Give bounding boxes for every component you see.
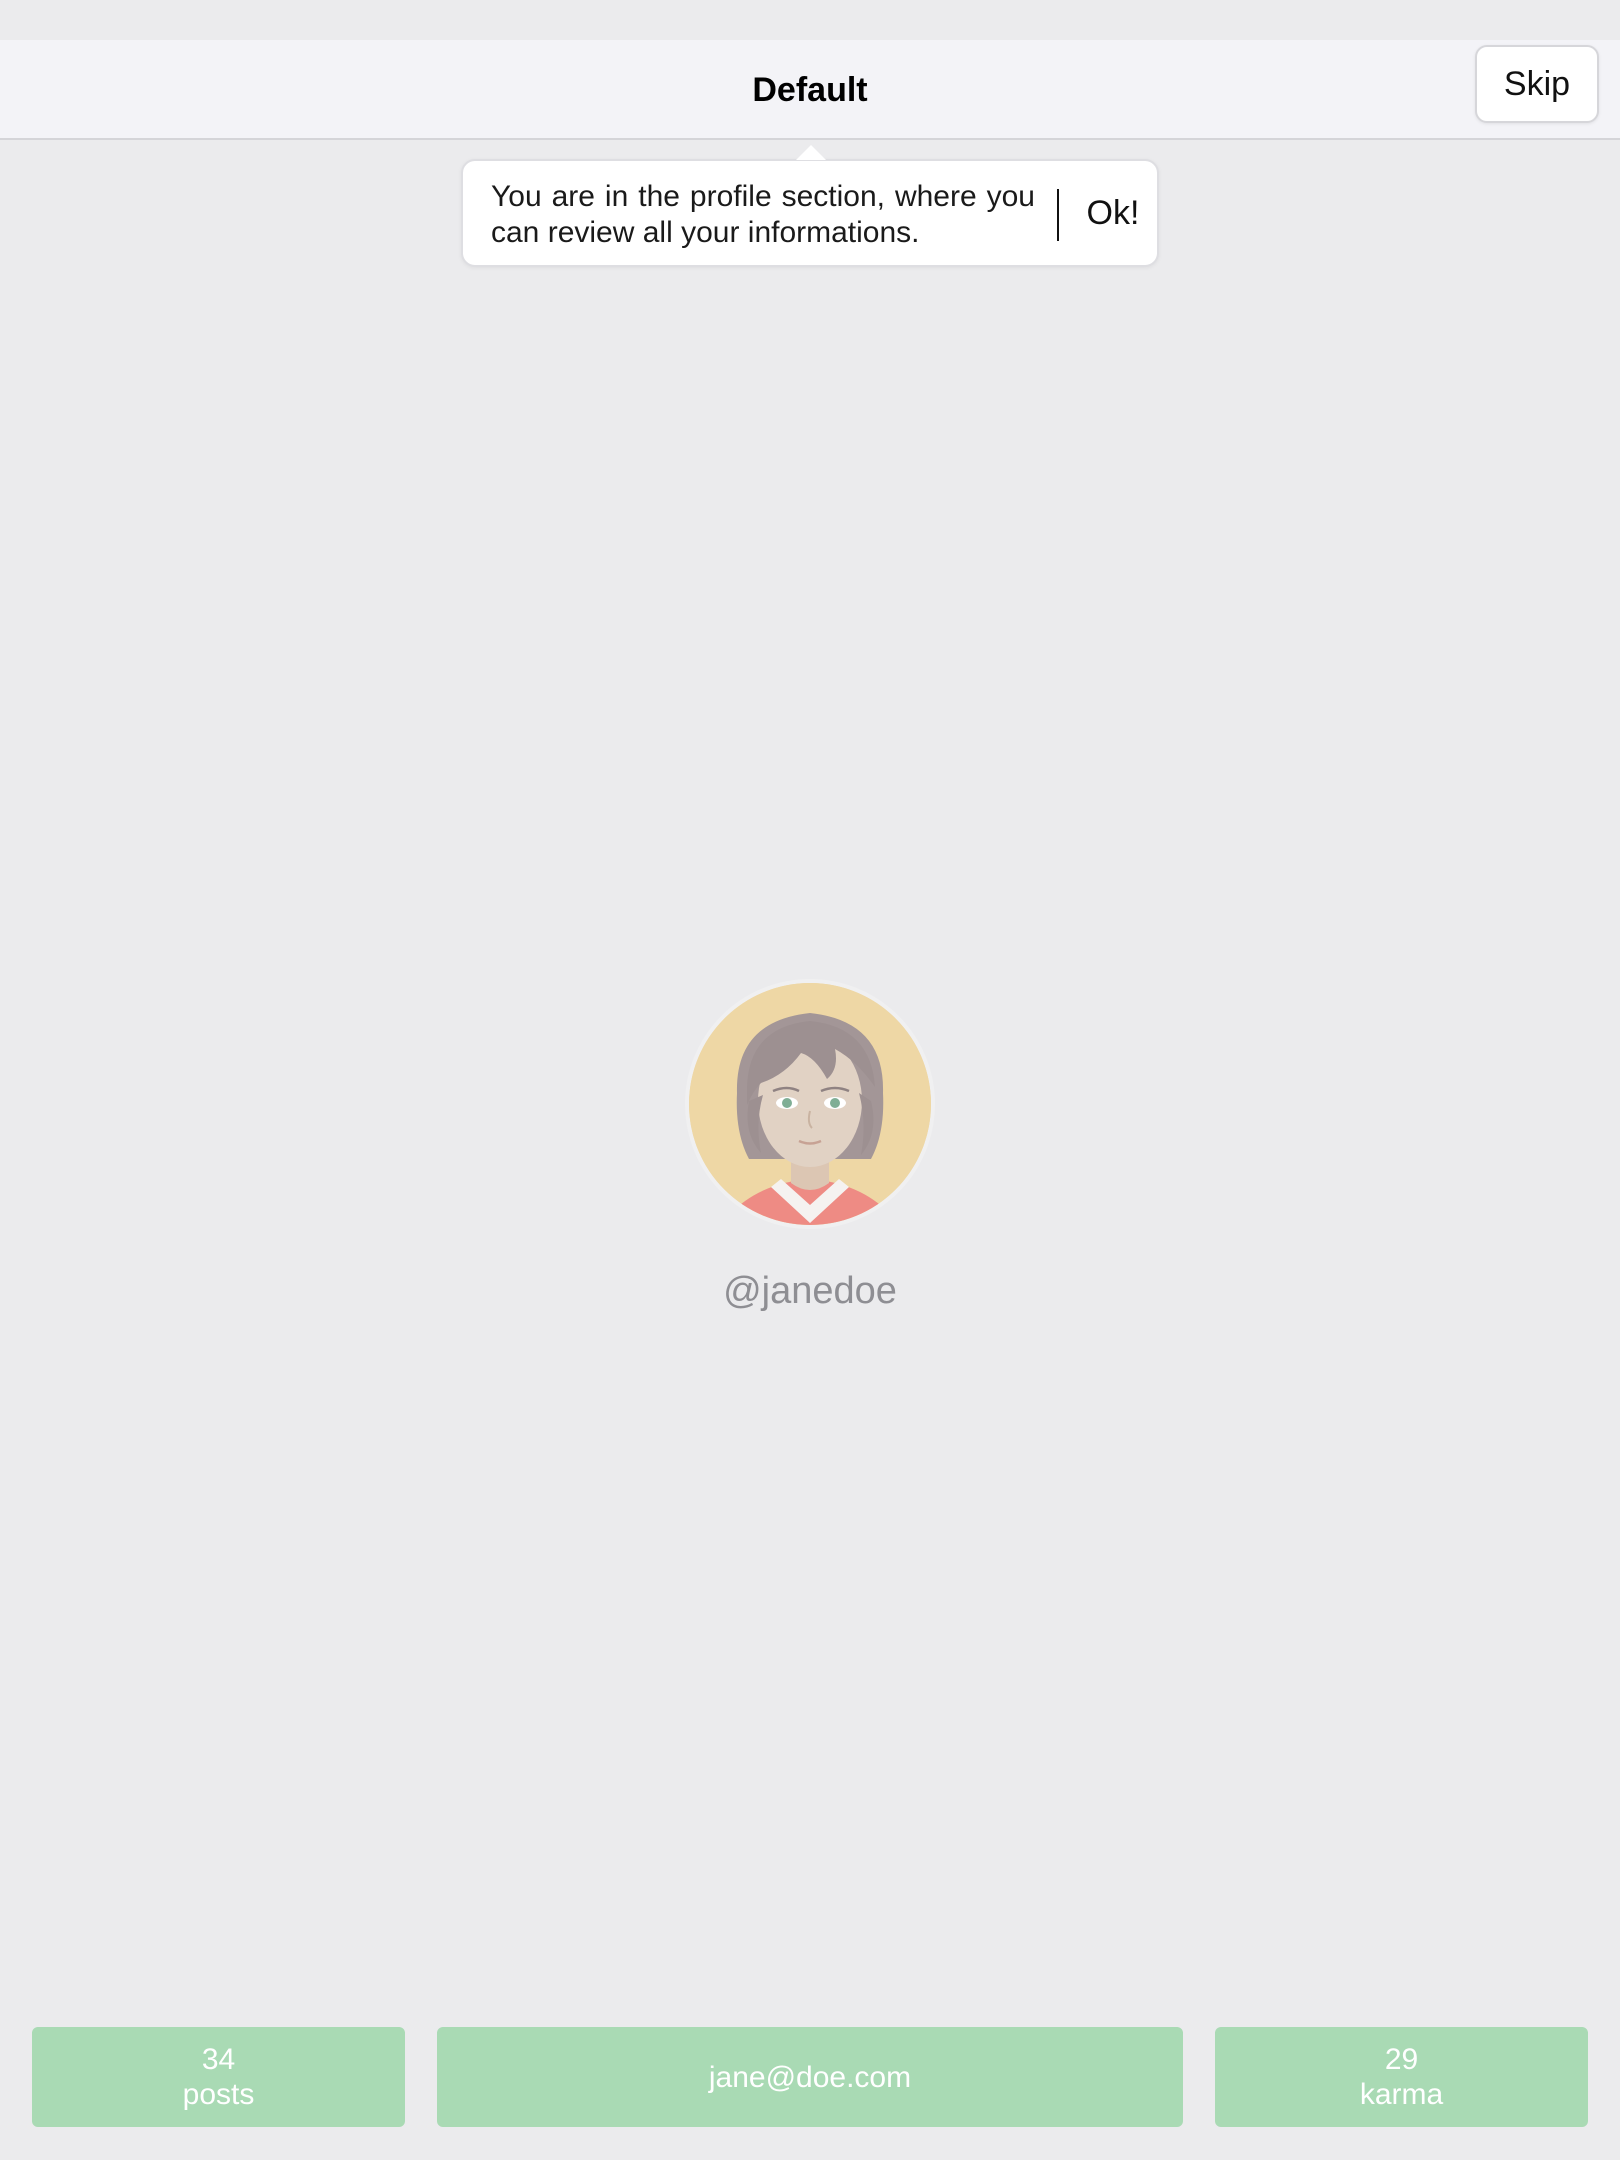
onboarding-tooltip: You are in the profile section, where yo… <box>461 159 1159 267</box>
navigation-bar: Default Skip <box>0 40 1620 140</box>
tooltip-arrow <box>796 145 826 160</box>
posts-label: posts <box>182 2078 255 2111</box>
tooltip-divider <box>1057 189 1059 241</box>
skip-button[interactable]: Skip <box>1475 45 1599 123</box>
avatar[interactable] <box>685 979 935 1229</box>
karma-label: karma <box>1359 2078 1444 2111</box>
female-avatar-icon <box>689 983 931 1225</box>
karma-stat[interactable]: 29 karma <box>1215 2027 1588 2127</box>
page-title: Default <box>752 71 868 109</box>
tooltip-ok-button[interactable]: Ok! <box>1073 161 1153 265</box>
tooltip-message: You are in the profile section, where yo… <box>491 180 1035 249</box>
email-value: jane@doe.com <box>708 2060 912 2094</box>
karma-count: 29 <box>1384 2043 1419 2076</box>
posts-count: 34 <box>201 2043 236 2076</box>
email-stat[interactable]: jane@doe.com <box>437 2027 1183 2127</box>
status-bar <box>0 0 1620 40</box>
username: @janedoe <box>723 1270 897 1312</box>
posts-stat[interactable]: 34 posts <box>32 2027 405 2127</box>
